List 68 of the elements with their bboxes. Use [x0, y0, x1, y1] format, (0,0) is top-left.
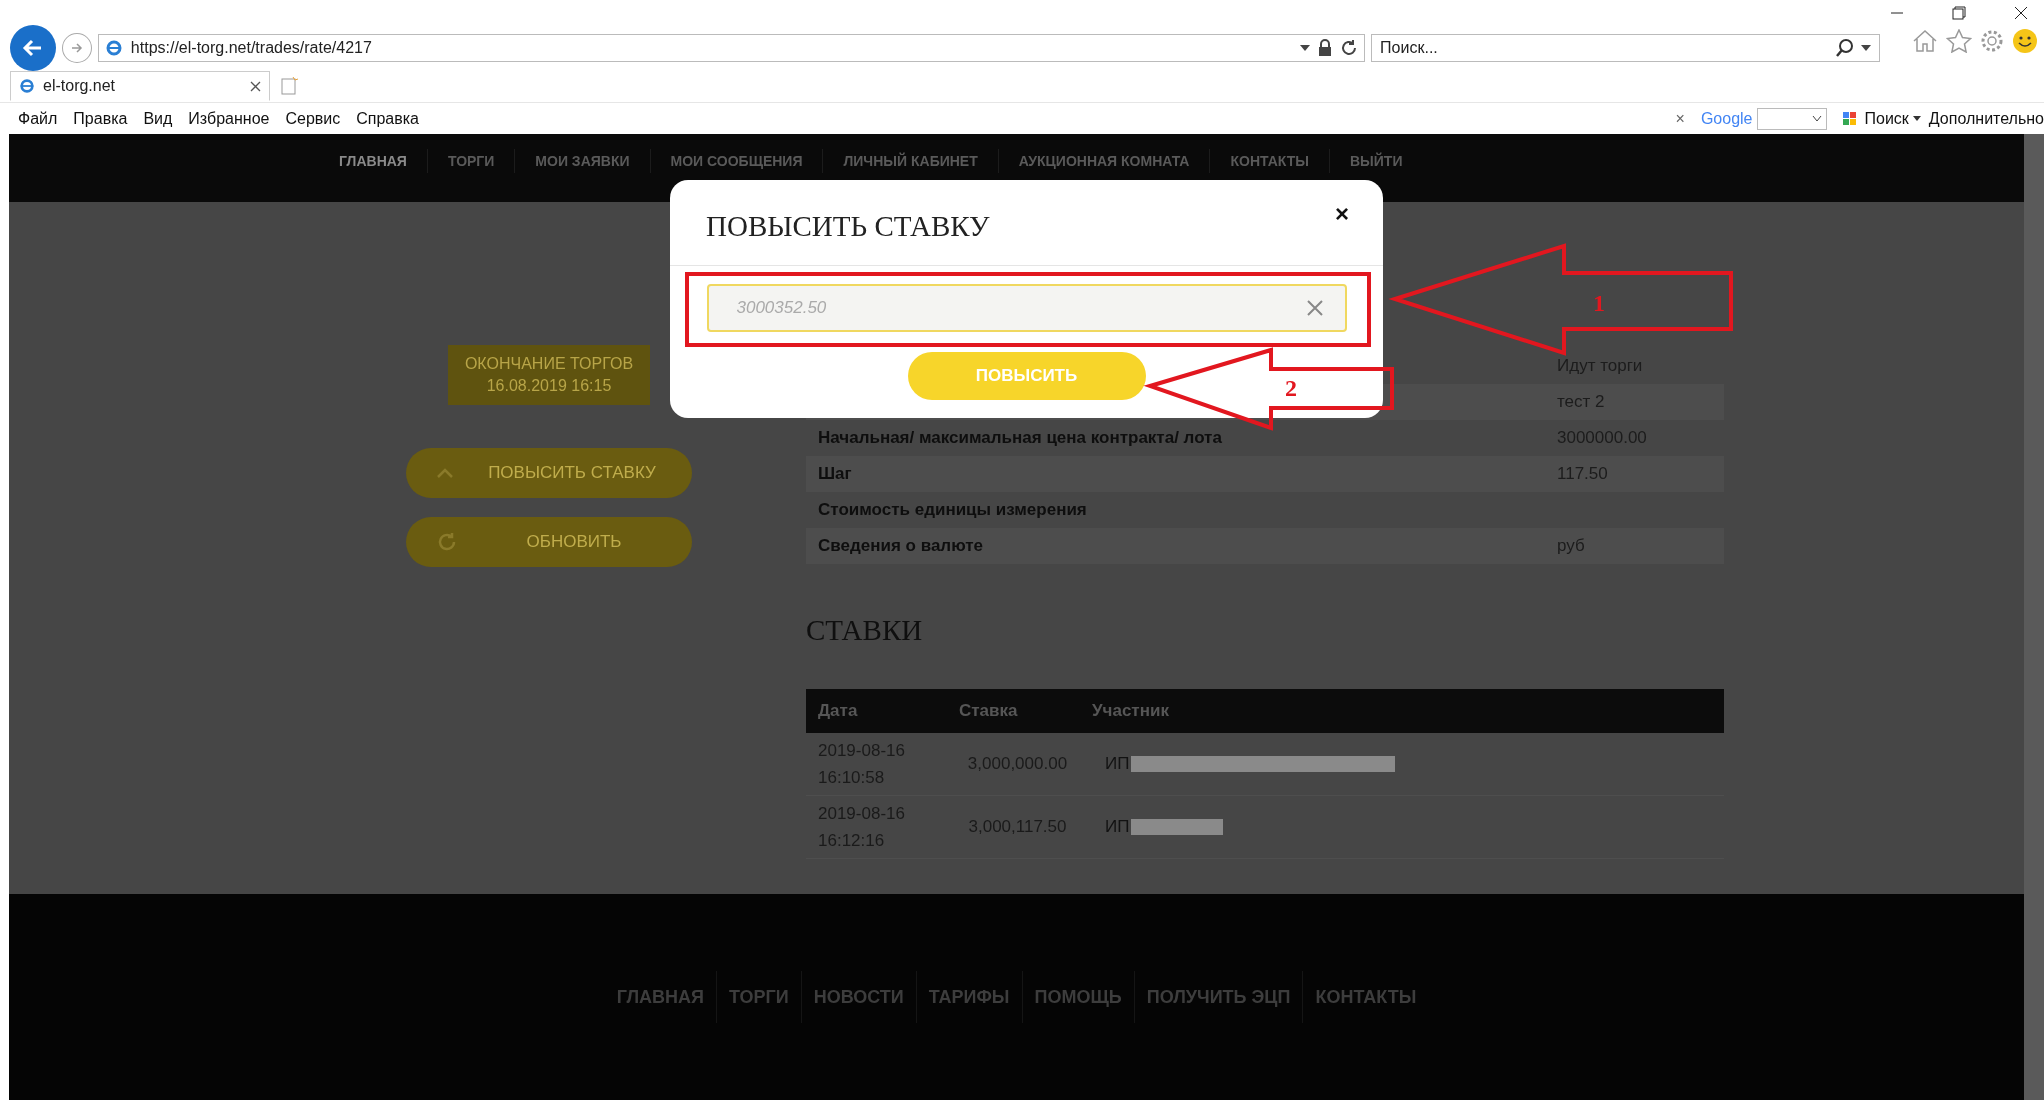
- menu-item[interactable]: Справка: [356, 110, 419, 128]
- home-icon[interactable]: [1912, 29, 1938, 53]
- caret-icon[interactable]: [1912, 116, 1921, 122]
- smiley-icon[interactable]: [2012, 28, 2038, 54]
- clear-icon[interactable]: [1306, 300, 1323, 316]
- footer-link[interactable]: ГЛАВНАЯ: [604, 986, 716, 1008]
- page-icon: [104, 39, 123, 57]
- nav-link[interactable]: ВЫЙТИ: [1329, 153, 1423, 169]
- page-icon: [19, 78, 35, 94]
- dropdown-icon[interactable]: [1300, 44, 1311, 52]
- puzzle-icon: [1842, 112, 1857, 126]
- countdown-date: 16.08.2019 16:15: [486, 376, 612, 396]
- raise-bid-button[interactable]: ПОВЫСИТЬ СТАВКУ: [406, 448, 692, 498]
- more-button[interactable]: Дополнительно: [1928, 110, 2044, 128]
- settings-icon[interactable]: [1980, 29, 2004, 53]
- countdown-title: ОКОНЧАНИЕ ТОРГОВ: [464, 354, 634, 374]
- menu-item[interactable]: Сервис: [285, 110, 341, 128]
- restore-icon[interactable]: [1952, 6, 1966, 20]
- menu-item[interactable]: Избранное: [188, 110, 270, 128]
- close-icon[interactable]: [2014, 6, 2028, 20]
- footer-link[interactable]: КОНТАКТЫ: [1303, 986, 1429, 1008]
- modal-title: ПОВЫСИТЬ СТАВКУ: [706, 210, 990, 243]
- lock-icon: [1318, 39, 1333, 57]
- nav-link[interactable]: ГЛАВНАЯ: [319, 153, 427, 169]
- search-icon[interactable]: [1835, 38, 1855, 58]
- address-field[interactable]: https://el-torg.net/trades/rate/4217: [97, 34, 1366, 62]
- nav-link[interactable]: ЛИЧНЫЙ КАБИНЕТ: [823, 153, 998, 169]
- refresh-icon[interactable]: [1340, 39, 1359, 57]
- close-toolbar-button[interactable]: ×: [1675, 110, 1685, 128]
- refresh-button[interactable]: ОБНОВИТЬ: [406, 517, 692, 567]
- close-icon[interactable]: [250, 80, 261, 92]
- search-field[interactable]: Поиск...: [1371, 34, 1880, 62]
- bid-input[interactable]: 3000352.50: [706, 284, 1347, 332]
- column-header: Участник: [1092, 701, 1169, 721]
- nav-link[interactable]: МОИ ЗАЯВКИ: [515, 153, 650, 169]
- annotation-number: 2: [1285, 375, 1297, 401]
- chevron-down-icon: [1811, 115, 1822, 123]
- browser-tab[interactable]: el-torg.net: [10, 71, 270, 101]
- chevron-up-icon: [436, 467, 454, 479]
- menu-item[interactable]: Файл: [18, 110, 58, 128]
- dropdown-icon[interactable]: [1861, 44, 1871, 52]
- refresh-icon: [436, 531, 458, 553]
- google-logo: Google: [1700, 110, 1753, 128]
- annotation-number: 1: [1593, 290, 1605, 316]
- close-button[interactable]: ×: [1335, 200, 1349, 228]
- nav-link[interactable]: МОИ СООБЩЕНИЯ: [650, 153, 823, 169]
- star-icon[interactable]: [1946, 29, 1972, 53]
- scrollbar[interactable]: [2024, 134, 2044, 1100]
- footer-link[interactable]: НОВОСТИ: [801, 986, 916, 1008]
- nav-link[interactable]: КОНТАКТЫ: [1210, 153, 1329, 169]
- field-label: Стоимость единицы измерения: [818, 500, 1087, 519]
- section-heading: СТАВКИ: [806, 614, 924, 647]
- footer-link[interactable]: ТАРИФЫ: [916, 986, 1022, 1008]
- arrow-right-icon: [69, 41, 84, 55]
- back-button[interactable]: [10, 25, 56, 71]
- menu-item[interactable]: Правка: [73, 110, 128, 128]
- column-header: Ставка: [958, 701, 1019, 721]
- field-label: Шаг: [818, 464, 852, 483]
- menu-item[interactable]: Вид: [143, 110, 173, 128]
- field-label: Начальная/ максимальная цена контракта/ лота: [818, 428, 1222, 447]
- search-button[interactable]: Поиск: [1864, 110, 1909, 128]
- footer-link[interactable]: ПОЛУЧИТЬ ЭЦП: [1134, 986, 1303, 1008]
- footer-link[interactable]: ТОРГИ: [716, 986, 801, 1008]
- footer-link[interactable]: ПОМОЩЬ: [1022, 986, 1134, 1008]
- nav-link[interactable]: ТОРГИ: [427, 153, 515, 169]
- column-header: Дата: [817, 701, 859, 721]
- field-label: Сведения о валюте: [818, 536, 984, 555]
- nav-link[interactable]: АУКЦИОННАЯ КОМНАТА: [998, 153, 1210, 169]
